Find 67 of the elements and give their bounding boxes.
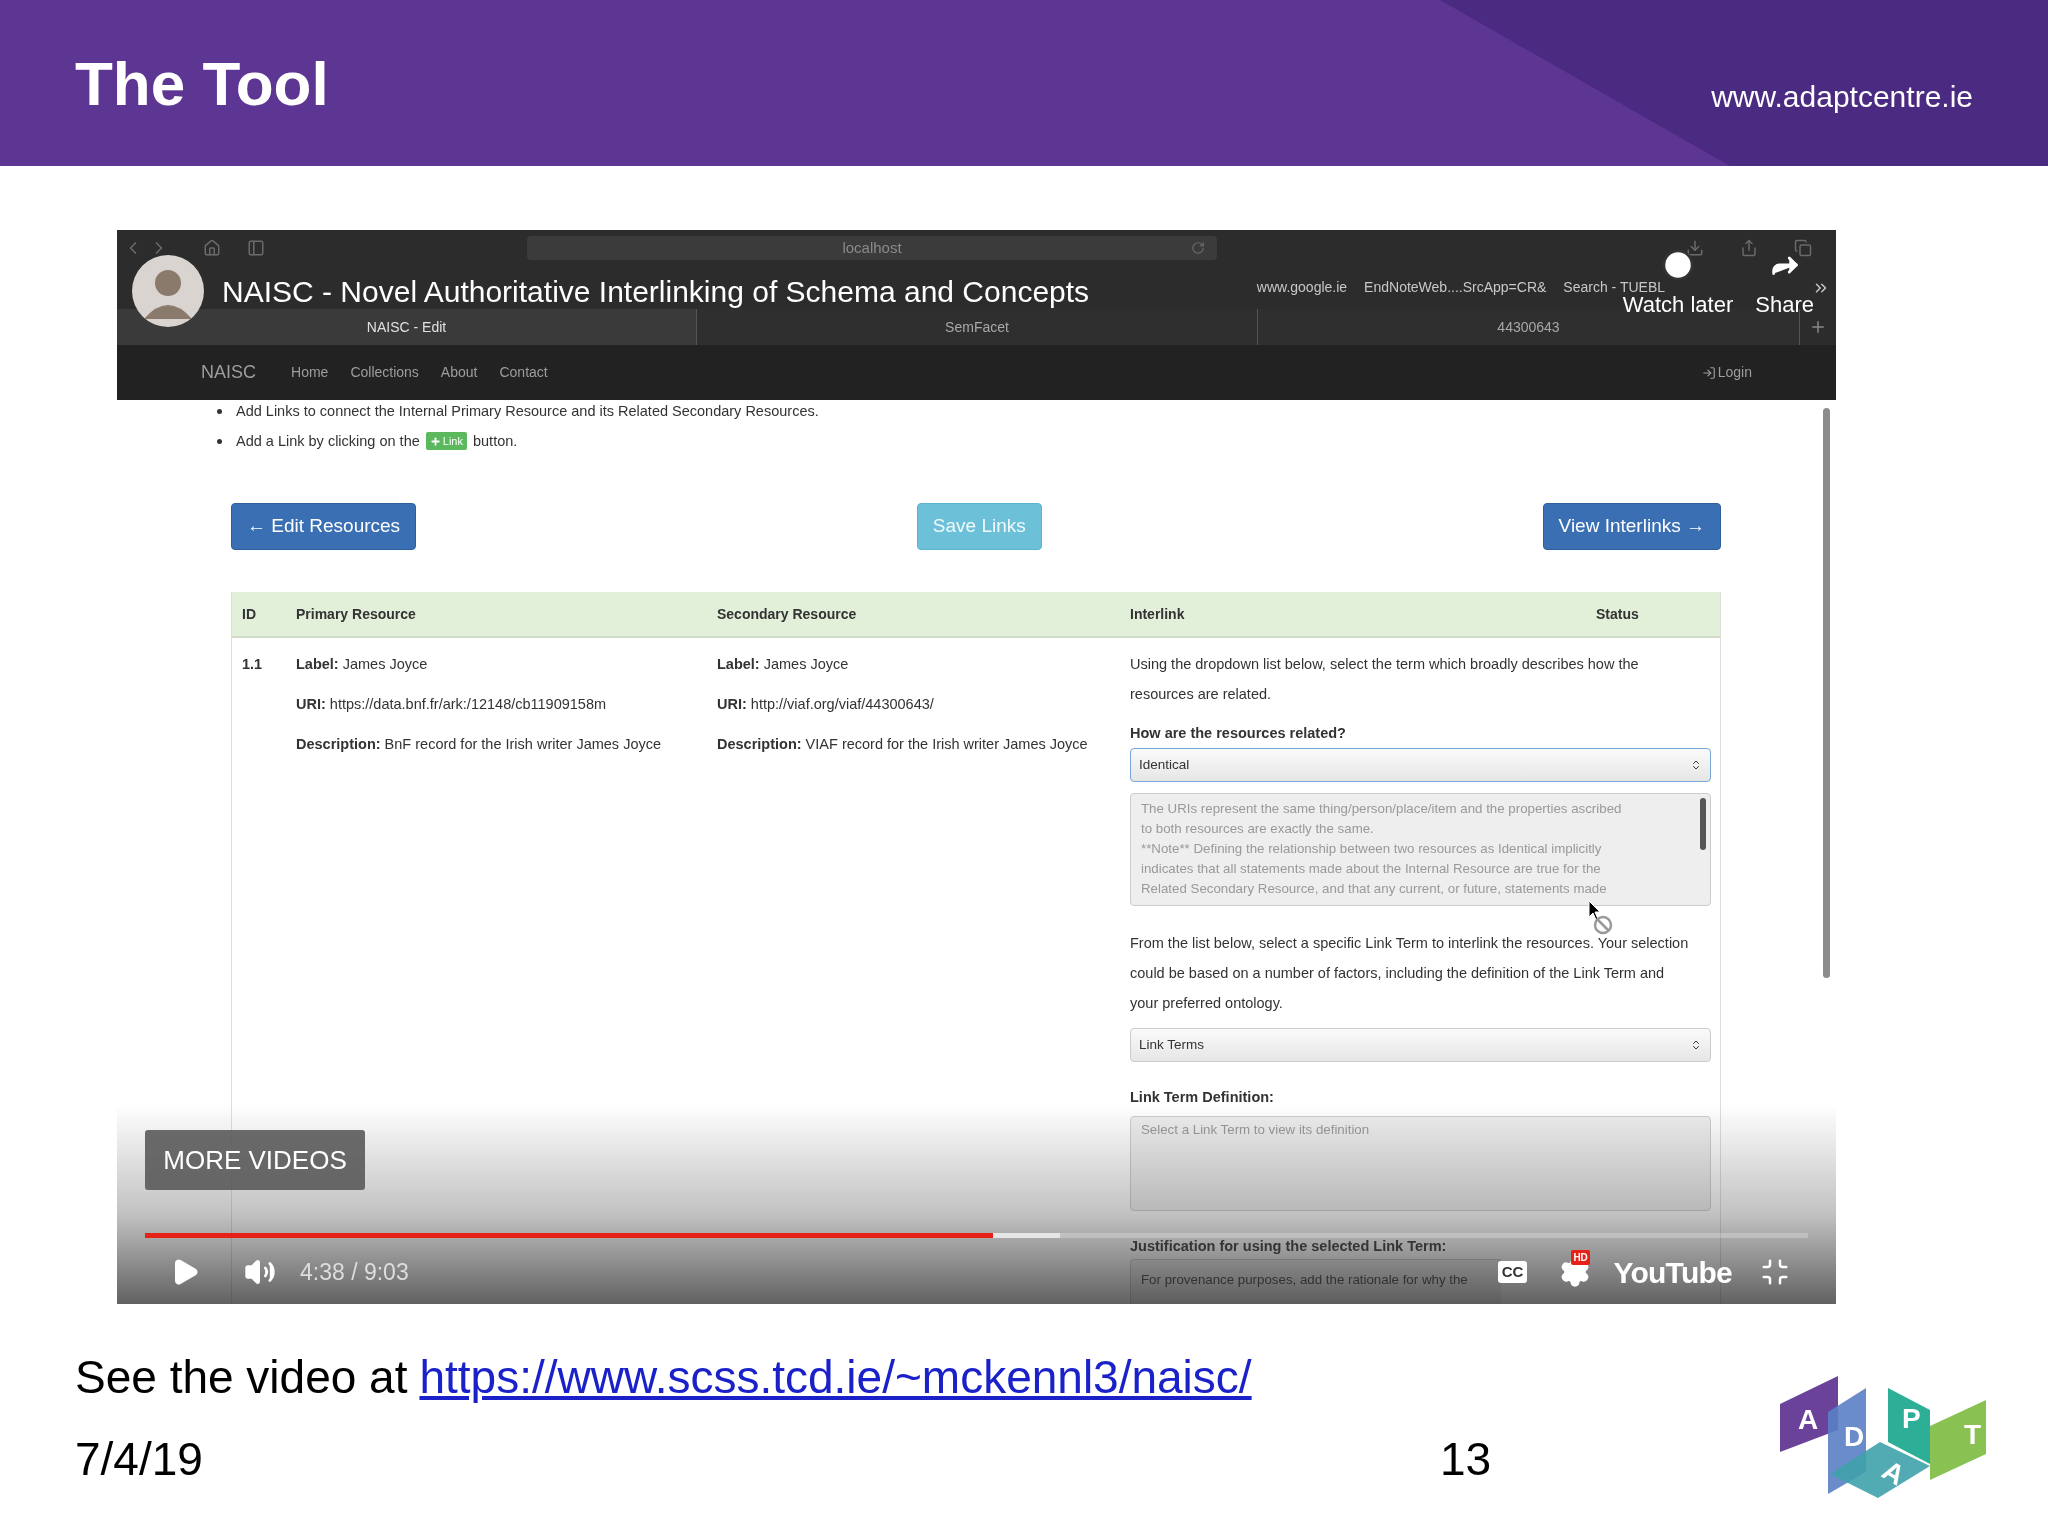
- column-header: Status: [1596, 605, 1639, 622]
- bookmark[interactable]: EndNoteWeb....SrcApp=CR&: [1364, 277, 1547, 298]
- more-videos-button[interactable]: MORE VIDEOS: [145, 1130, 365, 1190]
- logo: A D P A T: [1768, 1354, 2018, 1504]
- nav-link[interactable]: About: [440, 362, 478, 383]
- column-header: ID: [242, 605, 256, 622]
- video-link[interactable]: https://www.scss.tcd.ie/~mckennl3/naisc/: [419, 1349, 1252, 1405]
- column-header: Interlink: [1130, 605, 1185, 622]
- resource-field: URI: https://data.bnf.fr/ark:/12148/cb11909158m: [296, 694, 607, 714]
- column-header: Secondary Resource: [717, 605, 857, 622]
- instruction-text: Add a Link by clicking on the: [236, 432, 420, 451]
- updown-arrows-icon: [1690, 759, 1702, 771]
- bullet-icon: [217, 438, 222, 444]
- cursor-icon: [1587, 900, 1615, 936]
- caption-text: See the video at: [75, 1350, 408, 1405]
- nav-link[interactable]: Collections: [350, 362, 419, 383]
- nav-link[interactable]: Contact: [499, 362, 548, 383]
- table-cell: 1.1: [242, 656, 263, 672]
- instruction-text: button.: [472, 432, 518, 451]
- login-icon: [1701, 365, 1716, 380]
- instruction-paragraph: From the list below, select a specific Link Term to interlink the resources. Your selection could be based on a number of factors, including the definition of the Link Term and your preferred ontology.: [1130, 934, 1689, 1013]
- slide-title: The Tool: [75, 47, 329, 120]
- address-bar[interactable]: localhost: [527, 236, 1217, 260]
- time-display: 4:38 / 9:03: [300, 1257, 409, 1287]
- home-icon[interactable]: [203, 239, 221, 257]
- resource-field: Label: James Joyce: [717, 654, 849, 674]
- updown-arrows-icon: [1690, 1039, 1702, 1051]
- bookmark[interactable]: www.google.ie: [1256, 277, 1348, 298]
- placeholder-text: For provenance purposes, add the rationale for why the: [1141, 1272, 1468, 1287]
- field-label: Justification for using the selected Link Term:: [1130, 1237, 1447, 1256]
- download-icon[interactable]: [1686, 239, 1704, 257]
- brand[interactable]: NAISC: [201, 359, 256, 386]
- definition-field[interactable]: Select a Link Term to view its definition: [1130, 1116, 1711, 1211]
- field-label: How are the resources related?: [1130, 724, 1346, 743]
- nav-link[interactable]: Home: [291, 362, 329, 383]
- browser-tab[interactable]: NAISC - Edit: [117, 309, 697, 345]
- definition-text: The URIs represent the same thing/person/place/item and the properties ascribed to both resources are exactly the same. **Note** Defining the relationship between two resources as Identical implicitly indicates that all statements made about the Internal Resource are true for the Related Secondary Resource, and that any current, or future, statements made: [1141, 800, 1622, 898]
- login-link[interactable]: Login: [1701, 362, 1752, 383]
- slide-date: 7/4/19: [75, 1432, 204, 1487]
- hd-badge: HD: [1571, 1250, 1590, 1265]
- captions-button[interactable]: CC: [1497, 1261, 1528, 1283]
- page-number: 13: [1440, 1432, 1492, 1487]
- action-button[interactable]: View Interlinks →: [1542, 503, 1721, 550]
- youtube-logo[interactable]: YouTube: [1613, 1249, 1732, 1295]
- resource-field: Description: BnF record for the Irish writer James Joyce: [296, 734, 661, 754]
- share-icon[interactable]: [1740, 239, 1758, 257]
- sidebar-icon[interactable]: [247, 239, 265, 257]
- field-label: Link Term Definition:: [1130, 1088, 1274, 1107]
- avatar: [132, 255, 204, 327]
- new-tab-icon[interactable]: [1809, 318, 1827, 336]
- link-term-select[interactable]: Link Terms: [1130, 1028, 1711, 1062]
- scrollbar: [1700, 798, 1706, 850]
- instruction-text: Add Links to connect the Internal Primary Resource and its Related Secondary Resources.: [236, 402, 819, 421]
- relation-select[interactable]: Identical: [1130, 748, 1711, 782]
- resource-field: Description: VIAF record for the Irish writer James Joyce: [717, 734, 1088, 754]
- resource-field: Label: James Joyce: [296, 654, 428, 674]
- tabs-icon[interactable]: [1794, 239, 1812, 257]
- reload-icon[interactable]: [1191, 241, 1205, 255]
- instruction-paragraph: Using the dropdown list below, select the term which broadly describes how the resources are related.: [1130, 655, 1639, 704]
- progress-bar[interactable]: [145, 1233, 1808, 1238]
- bookmark[interactable]: Search - TUEBL: [1563, 277, 1665, 298]
- column-header: Primary Resource: [296, 605, 416, 622]
- resource-field: URI: http://viaf.org/viaf/44300643/: [717, 694, 934, 714]
- exit-fullscreen-icon[interactable]: [1760, 1257, 1790, 1287]
- website-url: www.adaptcentre.ie: [1711, 78, 1973, 115]
- bullet-icon: [217, 408, 222, 414]
- action-button[interactable]: ← Edit Resources: [231, 503, 417, 550]
